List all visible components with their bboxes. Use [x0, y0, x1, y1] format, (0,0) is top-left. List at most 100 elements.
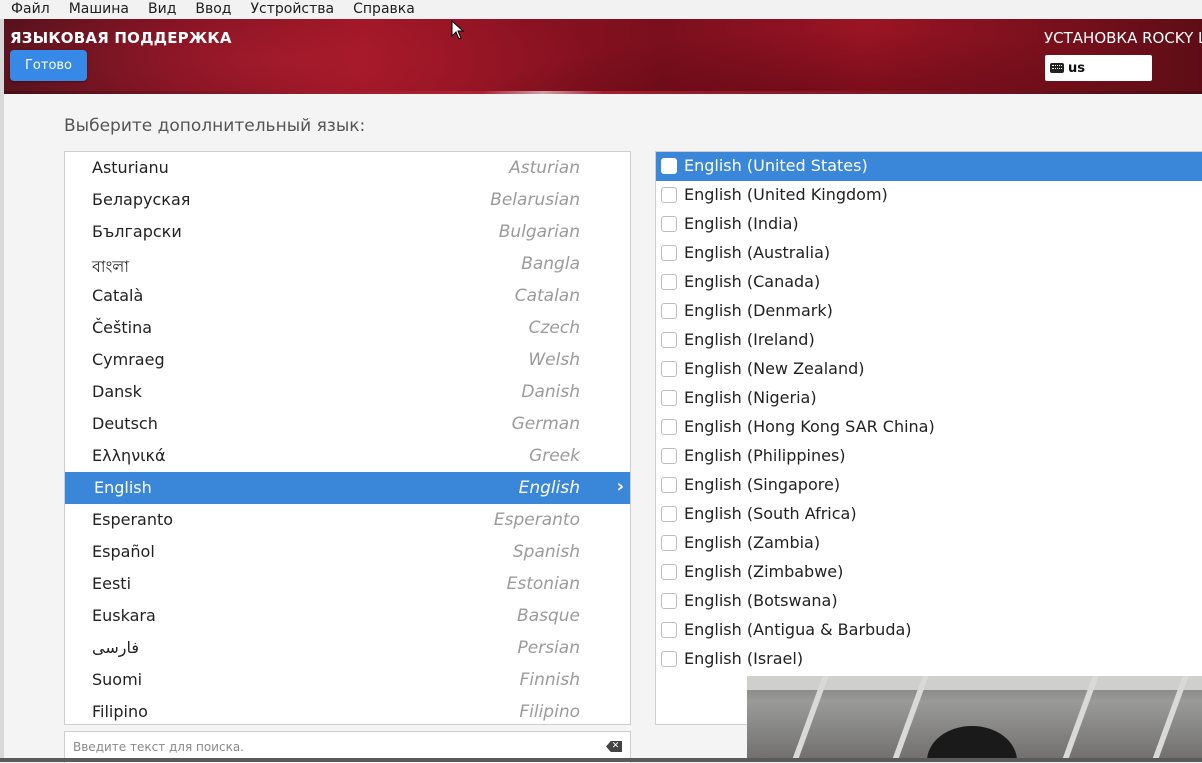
- language-row[interactable]: فارسی Persian: [65, 632, 630, 664]
- done-button[interactable]: Готово: [10, 50, 87, 81]
- language-row[interactable]: English English ›: [65, 472, 630, 504]
- locale-row[interactable]: English (Hong Kong SAR China): [656, 413, 1202, 442]
- language-row[interactable]: Български Bulgarian: [65, 216, 630, 248]
- language-row[interactable]: Català Catalan: [65, 280, 630, 312]
- keyboard-layout-indicator[interactable]: us: [1045, 55, 1152, 81]
- locale-label: English (India): [684, 214, 799, 233]
- locale-label: English (Zambia): [684, 533, 821, 552]
- locale-label: English (New Zealand): [684, 359, 865, 378]
- language-native-name: Català: [92, 286, 144, 305]
- locale-row[interactable]: English (Denmark): [656, 297, 1202, 326]
- locale-row[interactable]: English (Nigeria): [656, 384, 1202, 413]
- header-banner: ЯЗЫКОВАЯ ПОДДЕРЖКА Готово УСТАНОВКА ROCK…: [4, 19, 1202, 94]
- locale-checkbox[interactable]: [661, 564, 677, 580]
- language-english-name: Belarusian: [490, 190, 580, 210]
- search-placeholder: Введите текст для поиска.: [73, 740, 244, 754]
- language-english-name: Basque: [517, 606, 580, 626]
- locale-checkbox[interactable]: [661, 274, 677, 290]
- language-native-name: Asturianu: [92, 158, 169, 177]
- locale-checkbox[interactable]: [661, 593, 677, 609]
- keyboard-layout-label: us: [1068, 60, 1085, 76]
- menu-view[interactable]: Вид: [138, 0, 185, 19]
- language-native-name: Euskara: [92, 606, 156, 625]
- locale-label: English (United Kingdom): [684, 185, 888, 204]
- language-row[interactable]: Cymraeg Welsh: [65, 344, 630, 376]
- language-row[interactable]: বাংলা Bangla: [65, 248, 630, 280]
- language-english-name: Czech: [528, 318, 580, 338]
- language-row[interactable]: Čeština Czech: [65, 312, 630, 344]
- language-row[interactable]: Asturianu Asturian: [65, 152, 630, 184]
- language-row[interactable]: Dansk Danish: [65, 376, 630, 408]
- locale-row[interactable]: English (New Zealand): [656, 355, 1202, 384]
- language-native-name: Deutsch: [92, 414, 158, 433]
- locale-label: English (Canada): [684, 272, 821, 291]
- locale-row[interactable]: English (Canada): [656, 268, 1202, 297]
- language-row[interactable]: Eesti Estonian: [65, 568, 630, 600]
- locale-checkbox[interactable]: [661, 245, 677, 261]
- locale-row[interactable]: English (Zambia): [656, 529, 1202, 558]
- locale-list[interactable]: English (United States) English (United K…: [655, 151, 1202, 725]
- locale-label: English (Denmark): [684, 301, 833, 320]
- language-row[interactable]: Filipino Filipino: [65, 696, 630, 724]
- language-english-name: Welsh: [528, 350, 580, 370]
- menu-input[interactable]: Ввод: [185, 0, 240, 19]
- language-native-name: Беларуская: [92, 190, 191, 209]
- locale-checkbox[interactable]: [661, 216, 677, 232]
- locale-label: English (Nigeria): [684, 388, 817, 407]
- locale-row[interactable]: English (Singapore): [656, 471, 1202, 500]
- locale-row[interactable]: English (United Kingdom): [656, 181, 1202, 210]
- locale-row[interactable]: English (India): [656, 210, 1202, 239]
- locale-checkbox[interactable]: [661, 506, 677, 522]
- locale-row[interactable]: English (Antigua & Barbuda): [656, 616, 1202, 645]
- locale-row[interactable]: English (Philippines): [656, 442, 1202, 471]
- locale-checkbox[interactable]: [661, 419, 677, 435]
- language-english-name: Greek: [529, 446, 580, 466]
- locale-row[interactable]: English (Botswana): [656, 587, 1202, 616]
- language-row[interactable]: Esperanto Esperanto: [65, 504, 630, 536]
- menu-file[interactable]: Файл: [0, 0, 59, 19]
- menu-help[interactable]: Справка: [343, 0, 424, 19]
- locale-label: English (Australia): [684, 243, 831, 262]
- language-list[interactable]: Asturianu Asturian Беларуская Belarusian Бъл…: [64, 151, 631, 725]
- language-native-name: English: [94, 478, 152, 497]
- locale-row[interactable]: English (Zimbabwe): [656, 558, 1202, 587]
- language-english-name: Spanish: [512, 542, 580, 562]
- locale-label: English (Ireland): [684, 330, 815, 349]
- locale-checkbox[interactable]: [661, 651, 677, 667]
- locale-row[interactable]: English (Ireland): [656, 326, 1202, 355]
- language-native-name: Български: [92, 222, 182, 241]
- window-left-edge: [0, 19, 4, 762]
- locale-checkbox[interactable]: [661, 187, 677, 203]
- locale-checkbox[interactable]: [661, 535, 677, 551]
- locale-checkbox[interactable]: [661, 622, 677, 638]
- language-row[interactable]: Deutsch German: [65, 408, 630, 440]
- locale-row[interactable]: English (Israel): [656, 645, 1202, 674]
- language-english-name: English: [518, 478, 580, 498]
- locale-label: English (Zimbabwe): [684, 562, 844, 581]
- locale-checkbox[interactable]: [661, 477, 677, 493]
- locale-checkbox[interactable]: [661, 303, 677, 319]
- locale-checkbox[interactable]: [661, 448, 677, 464]
- language-row[interactable]: Euskara Basque: [65, 600, 630, 632]
- menu-devices[interactable]: Устройства: [241, 0, 344, 19]
- locale-row[interactable]: English (United States): [656, 152, 1202, 181]
- locale-checkbox[interactable]: [661, 332, 677, 348]
- language-row[interactable]: Ελληνικά Greek: [65, 440, 630, 472]
- bottom-edge: [0, 758, 1202, 762]
- header-decoration: [4, 91, 1202, 94]
- language-row[interactable]: Español Spanish: [65, 536, 630, 568]
- language-english-name: Finnish: [519, 670, 580, 690]
- language-row[interactable]: Suomi Finnish: [65, 664, 630, 696]
- language-row[interactable]: Беларуская Belarusian: [65, 184, 630, 216]
- language-native-name: Esperanto: [92, 510, 174, 529]
- clear-text-icon[interactable]: ✕: [606, 741, 622, 752]
- locale-label: English (South Africa): [684, 504, 857, 523]
- language-native-name: Suomi: [92, 670, 143, 689]
- language-english-name: Estonian: [506, 574, 580, 594]
- locale-checkbox[interactable]: [661, 361, 677, 377]
- locale-checkbox[interactable]: [661, 390, 677, 406]
- locale-checkbox[interactable]: [661, 158, 677, 174]
- menu-machine[interactable]: Машина: [59, 0, 138, 19]
- locale-row[interactable]: English (South Africa): [656, 500, 1202, 529]
- locale-row[interactable]: English (Australia): [656, 239, 1202, 268]
